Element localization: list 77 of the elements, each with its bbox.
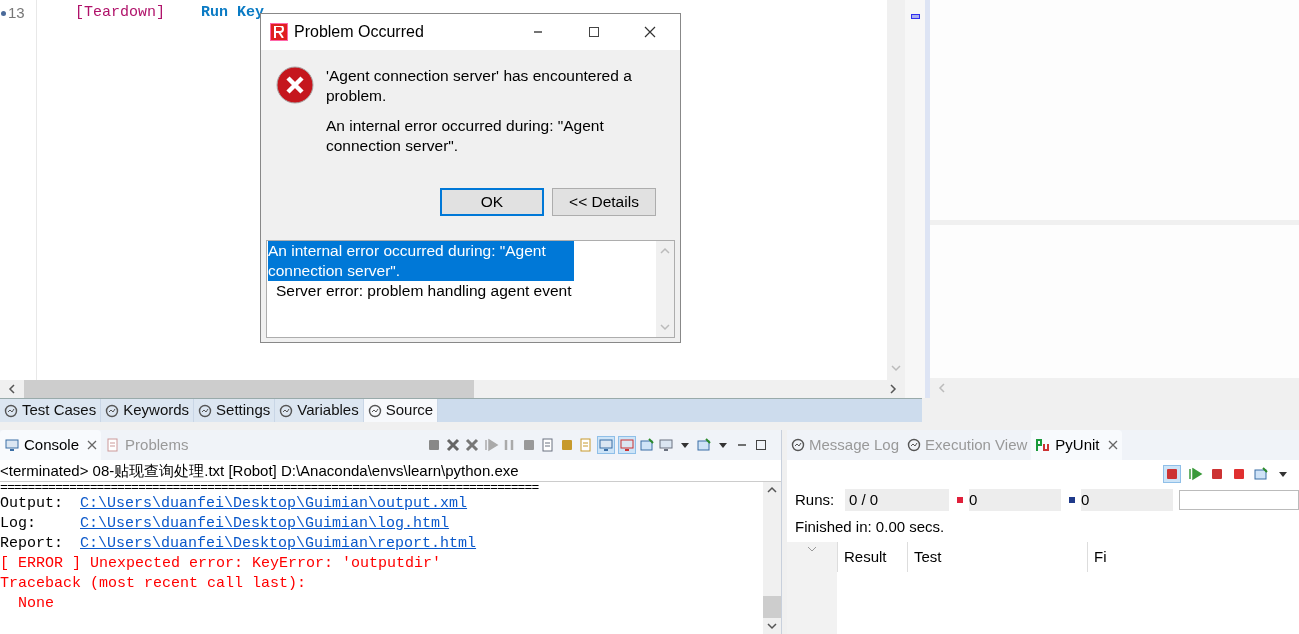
tab[interactable]: Test Cases xyxy=(0,399,102,422)
scroll-right-icon[interactable] xyxy=(889,384,897,394)
scrollbar[interactable] xyxy=(763,482,781,634)
monitor-icon[interactable] xyxy=(4,437,20,453)
scroll-thumb[interactable] xyxy=(763,596,781,618)
overview-marker xyxy=(911,14,920,19)
stop-icon[interactable] xyxy=(1231,466,1247,482)
failures-count: 0 xyxy=(1081,488,1173,512)
scrollbar[interactable] xyxy=(887,0,905,380)
finished-time: Finished in: 0.00 secs. xyxy=(794,516,946,537)
details-text: Server error: problem handling agent event xyxy=(275,281,573,301)
view-tab[interactable]: PyUnit xyxy=(1031,430,1122,460)
tab[interactable]: Keywords xyxy=(101,399,195,422)
scrollbar[interactable] xyxy=(930,378,1299,398)
error-icon xyxy=(957,497,963,503)
tab[interactable]: Variables xyxy=(275,399,364,422)
scroll-left-icon[interactable] xyxy=(8,384,16,394)
tab-icon xyxy=(198,403,213,418)
code-token: [Teardown] xyxy=(75,2,165,23)
error-icon xyxy=(276,66,314,104)
dialog-button[interactable]: << Details xyxy=(552,188,656,216)
tab-icon xyxy=(4,403,18,418)
display-icon[interactable] xyxy=(658,437,674,453)
failure-icon xyxy=(1069,497,1075,503)
close-icon[interactable] xyxy=(87,440,98,450)
separator-text: ============================================================================== xyxy=(0,482,540,494)
monitor-icon[interactable] xyxy=(598,437,614,453)
app-logo-icon xyxy=(270,23,288,41)
file-link[interactable]: C:\Users\duanfei\Desktop\Guimian\report.html xyxy=(80,534,477,554)
error-reason: An internal error occurred during: "Agent connection server". xyxy=(326,116,605,156)
output-label: Log: xyxy=(0,514,37,534)
breakpoint-icon xyxy=(1,10,6,16)
selected-text: An internal error occurred during: "Agent connection server". xyxy=(268,241,574,281)
pyunit-icon xyxy=(1035,438,1052,452)
tab-icon xyxy=(279,403,294,418)
scroll-thumb[interactable] xyxy=(24,380,474,398)
view-tab[interactable]: Console xyxy=(0,430,102,460)
tab[interactable]: Settings xyxy=(194,399,276,422)
errors-count: 0 xyxy=(969,488,1061,512)
code-token: Run Key xyxy=(201,2,265,23)
remove-all-icon[interactable] xyxy=(464,437,480,453)
tab-icon xyxy=(367,403,382,418)
maximize-icon[interactable] xyxy=(753,437,769,453)
error-line: [ ERROR ] Unexpected error: KeyError: 'outputdir' xyxy=(0,554,443,574)
line-number: 13 xyxy=(8,2,25,23)
remove-icon[interactable] xyxy=(445,437,461,453)
error-line: None xyxy=(17,594,55,614)
close-icon[interactable] xyxy=(642,24,658,40)
monitor-icon[interactable] xyxy=(619,437,635,453)
terminate-icon[interactable] xyxy=(521,437,537,453)
file-link[interactable]: C:\Users\duanfei\Desktop\Guimian\output.xml xyxy=(80,494,468,514)
rerun-icon[interactable] xyxy=(1187,466,1203,482)
console-header: <terminated> 08-贴现查询处理.txt [Robot] D:\Anaconda\envs\learn\python.exe xyxy=(0,460,781,482)
close-icon[interactable] xyxy=(1107,440,1118,450)
error-line: Traceback (most recent call last): xyxy=(0,574,308,594)
tab[interactable]: Source xyxy=(363,399,439,422)
tab-icon xyxy=(907,438,922,452)
output-label: Report: xyxy=(0,534,64,554)
stop-icon[interactable] xyxy=(426,437,442,453)
resume-icon[interactable] xyxy=(483,437,499,453)
column-header[interactable]: Test xyxy=(907,542,1087,572)
scroll-up-icon[interactable] xyxy=(767,486,777,494)
tab-icon xyxy=(105,403,120,418)
dialog-button[interactable]: OK xyxy=(440,188,544,216)
scroll-down-icon[interactable] xyxy=(767,622,777,630)
maximize-icon[interactable] xyxy=(586,24,602,40)
column-header[interactable]: Fi xyxy=(1087,542,1299,572)
output-label: Output: xyxy=(0,494,64,514)
runs-count: 0 / 0 xyxy=(845,488,949,512)
column-header[interactable]: Result xyxy=(837,542,907,572)
tab-icon xyxy=(791,438,805,452)
error-message: 'Agent connection server' has encountered a problem. xyxy=(326,66,633,106)
sort-icon[interactable] xyxy=(807,546,817,552)
runs-label: Runs: xyxy=(795,489,836,510)
file-link[interactable]: C:\Users\duanfei\Desktop\Guimian\log.html xyxy=(80,514,450,534)
dialog-title: Problem Occurred xyxy=(294,22,424,42)
scrollbar[interactable] xyxy=(0,380,905,398)
